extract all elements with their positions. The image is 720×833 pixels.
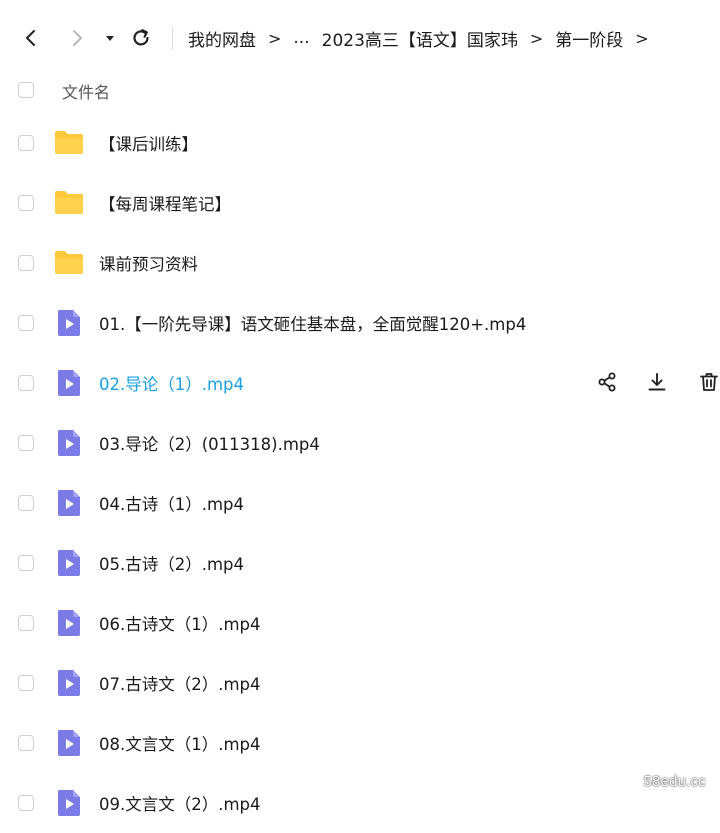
file-name[interactable]: 05.古诗（2）.mp4 — [99, 551, 244, 575]
refresh-button[interactable] — [126, 23, 156, 53]
history-dropdown-button[interactable] — [96, 23, 124, 53]
file-name[interactable]: 【每周课程笔记】 — [99, 191, 231, 215]
share-button[interactable] — [592, 367, 622, 397]
watermark: 58edu.cc — [643, 773, 706, 790]
breadcrumb-separator: > — [268, 28, 282, 48]
forward-button[interactable] — [62, 23, 92, 53]
video-file-icon — [56, 369, 86, 397]
row-checkbox[interactable] — [18, 135, 34, 151]
file-name[interactable]: 03.导论（2）(011318).mp4 — [99, 431, 320, 455]
file-name[interactable]: 课前预习资料 — [99, 251, 198, 275]
folder-icon — [54, 249, 84, 277]
folder-icon — [54, 129, 84, 157]
breadcrumb-separator: > — [635, 28, 649, 48]
video-file-icon — [56, 669, 86, 697]
breadcrumb-course-folder[interactable]: 2023高三【语文】国家玮 — [322, 26, 518, 51]
folder-row[interactable]: 【每周课程笔记】 — [0, 173, 720, 233]
video-file-icon — [56, 549, 86, 577]
file-row[interactable]: 01.【一阶先导课】语文砸住基本盘，全面觉醒120+.mp4 — [0, 293, 720, 353]
select-all-checkbox[interactable] — [18, 82, 34, 98]
breadcrumb-my-drive[interactable]: 我的网盘 — [188, 26, 256, 51]
video-file-icon — [56, 729, 86, 757]
row-checkbox[interactable] — [18, 735, 34, 751]
file-row[interactable]: 08.文言文（1）.mp4 — [0, 713, 720, 773]
caret-down-icon — [106, 36, 114, 41]
refresh-icon — [133, 29, 149, 46]
file-name[interactable]: 04.古诗（1）.mp4 — [99, 491, 244, 515]
row-checkbox[interactable] — [18, 315, 34, 331]
file-row[interactable]: 06.古诗文（1）.mp4 — [0, 593, 720, 653]
file-name[interactable]: 06.古诗文（1）.mp4 — [99, 611, 261, 635]
file-row[interactable]: 03.导论（2）(011318).mp4 — [0, 413, 720, 473]
breadcrumb: 我的网盘 > ... 2023高三【语文】国家玮 > 第一阶段 > — [188, 24, 661, 52]
row-checkbox[interactable] — [18, 255, 34, 271]
file-row[interactable]: 07.古诗文（2）.mp4 — [0, 653, 720, 713]
row-checkbox[interactable] — [18, 615, 34, 631]
file-row[interactable]: 09.文言文（2）.mp4 — [0, 773, 720, 833]
file-name[interactable]: 01.【一阶先导课】语文砸住基本盘，全面觉醒120+.mp4 — [99, 311, 526, 335]
row-checkbox[interactable] — [18, 495, 34, 511]
folder-row[interactable]: 【课后训练】 — [0, 113, 720, 173]
download-button[interactable] — [642, 367, 672, 397]
row-checkbox[interactable] — [18, 795, 34, 811]
video-file-icon — [56, 489, 86, 517]
video-file-icon — [56, 429, 86, 457]
video-file-icon — [56, 309, 86, 337]
breadcrumb-current-folder[interactable]: 第一阶段 — [555, 26, 623, 51]
chevron-left-icon — [26, 30, 35, 46]
toolbar: 我的网盘 > ... 2023高三【语文】国家玮 > 第一阶段 > — [0, 0, 720, 76]
breadcrumb-separator: > — [529, 28, 544, 48]
breadcrumb-ellipsis[interactable]: ... — [293, 28, 309, 48]
column-header-filename[interactable]: 文件名 — [62, 79, 110, 103]
file-name[interactable]: 02.导论（1）.mp4 — [99, 371, 244, 395]
folder-row[interactable]: 课前预习资料 — [0, 233, 720, 293]
video-file-icon — [56, 609, 86, 637]
file-row[interactable]: 05.古诗（2）.mp4 — [0, 533, 720, 593]
folder-icon — [54, 189, 84, 217]
row-checkbox[interactable] — [18, 195, 34, 211]
row-checkbox[interactable] — [18, 675, 34, 691]
delete-icon — [698, 371, 720, 393]
chevron-right-icon — [73, 30, 82, 46]
file-name[interactable]: 09.文言文（2）.mp4 — [99, 791, 261, 815]
file-list-header: 文件名 — [0, 70, 720, 110]
share-icon — [596, 371, 618, 393]
file-row[interactable]: 02.导论（1）.mp4 — [0, 353, 720, 413]
file-name[interactable]: 07.古诗文（2）.mp4 — [99, 671, 261, 695]
row-checkbox[interactable] — [18, 435, 34, 451]
video-file-icon — [56, 789, 86, 817]
back-button[interactable] — [16, 23, 46, 53]
file-name[interactable]: 【课后训练】 — [99, 131, 198, 155]
download-icon — [646, 371, 668, 393]
file-name[interactable]: 08.文言文（1）.mp4 — [99, 731, 261, 755]
toolbar-divider — [172, 26, 173, 50]
row-checkbox[interactable] — [18, 375, 34, 391]
file-row[interactable]: 04.古诗（1）.mp4 — [0, 473, 720, 533]
delete-button[interactable] — [694, 367, 720, 397]
row-checkbox[interactable] — [18, 555, 34, 571]
